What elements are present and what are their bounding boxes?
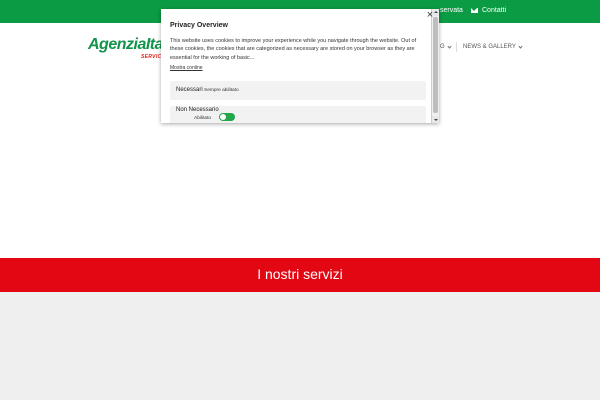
reserved-area-link[interactable]: servata (440, 7, 463, 14)
category-status: Sempre abilitato (204, 88, 239, 93)
nav-item-news-gallery[interactable]: NEWS & GALLERY (463, 43, 523, 50)
modal-scrollbar[interactable] (431, 9, 439, 123)
services-banner: I nostri servizi (0, 258, 600, 292)
nav-item-label: NEWS & GALLERY (463, 44, 516, 50)
scroll-down-arrow-icon[interactable] (432, 116, 439, 123)
chevron-down-icon (447, 43, 452, 49)
modal-title: Privacy Overview (170, 22, 228, 29)
scrollbar-thumb[interactable] (433, 17, 438, 113)
nav-item-partial[interactable]: G (440, 43, 452, 50)
envelope-icon (471, 8, 478, 13)
logo-subtitle: SERVIC (141, 54, 162, 60)
contact-link-label: Contatti (482, 7, 507, 14)
show-more-link[interactable]: Mostra conline (170, 65, 203, 71)
category-status: Abilitato (194, 116, 212, 121)
logo-text: AgenziaIta (88, 36, 164, 53)
chevron-down-icon (518, 43, 523, 49)
page: servata Contatti AgenziaIta SERVIC G NEW… (0, 0, 600, 400)
contact-link[interactable]: Contatti (471, 7, 506, 14)
services-section (0, 292, 600, 400)
site-logo[interactable]: AgenziaIta (88, 36, 164, 54)
modal-content: Privacy Overview This website uses cooki… (161, 9, 431, 123)
category-label: Non Necessario (176, 107, 219, 113)
banner-title: I nostri servizi (257, 266, 343, 282)
category-label: Necessari (176, 87, 203, 93)
cookie-toggle[interactable] (219, 113, 235, 121)
cookie-category-necessary[interactable]: Necessari Sempre abilitato (170, 81, 426, 100)
nav-item-label: G (440, 44, 445, 50)
cookie-privacy-modal: Privacy Overview This website uses cooki… (161, 9, 439, 123)
cookie-category-non-necessary[interactable]: Non Necessario Abilitato (170, 106, 426, 123)
close-icon[interactable]: × (425, 10, 435, 21)
nav-divider (456, 42, 457, 52)
modal-description: This website uses cookies to improve you… (170, 38, 417, 61)
